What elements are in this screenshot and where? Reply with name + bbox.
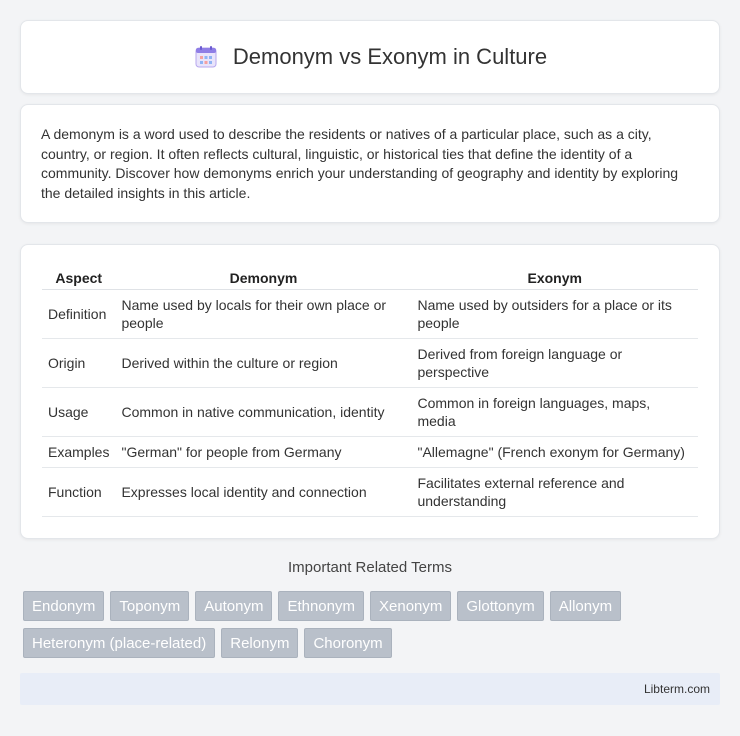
- table-row: Definition Name used by locals for their…: [42, 289, 698, 339]
- table-row: Usage Common in native communication, id…: [42, 387, 698, 437]
- table-cell: Derived within the culture or region: [115, 338, 412, 388]
- tag-choronym[interactable]: Choronym: [304, 628, 392, 658]
- table-cell: Facilitates external reference and under…: [411, 467, 698, 517]
- table-cell: Derived from foreign language or perspec…: [411, 338, 698, 388]
- tag-heteronym[interactable]: Heteronym (place-related): [23, 628, 216, 658]
- header-demonym: Demonym: [115, 265, 412, 290]
- table-cell: Expresses local identity and connection: [115, 467, 412, 517]
- tag-endonym[interactable]: Endonym: [23, 591, 105, 621]
- tag-allonym[interactable]: Allonym: [549, 591, 622, 621]
- table-row: Examples "German" for people from German…: [42, 436, 698, 468]
- footer-site-link[interactable]: Libterm.com: [644, 682, 710, 696]
- table-cell: Name used by locals for their own place …: [115, 289, 412, 339]
- table-cell: Origin: [42, 338, 116, 388]
- page-title: Demonym vs Exonym in Culture: [232, 44, 548, 69]
- title-card: Demonym vs Exonym in Culture: [20, 20, 720, 94]
- comparison-card: Aspect Demonym Exonym Definition Name us…: [20, 244, 720, 539]
- calendar-icon: [193, 44, 219, 70]
- table-row: Origin Derived within the culture or reg…: [42, 338, 698, 388]
- tag-relonym[interactable]: Relonym: [221, 628, 299, 658]
- table-cell: Function: [42, 467, 116, 517]
- related-terms-list: Endonym Toponym Autonym Ethnonym Xenonym…: [23, 591, 723, 658]
- intro-text: A demonym is a word used to describe the…: [41, 126, 679, 201]
- table-cell: "German" for people from Germany: [115, 436, 412, 468]
- header-aspect: Aspect: [42, 265, 116, 290]
- table-cell: Examples: [42, 436, 116, 468]
- table-cell: Name used by outsiders for a place or it…: [411, 289, 698, 339]
- intro-card: A demonym is a word used to describe the…: [20, 104, 720, 223]
- tag-xenonym[interactable]: Xenonym: [370, 591, 452, 621]
- footer: Libterm.com: [20, 673, 720, 705]
- header-exonym: Exonym: [411, 265, 698, 290]
- table-row: Function Expresses local identity and co…: [42, 467, 698, 517]
- table-cell: Usage: [42, 387, 116, 437]
- table-cell: Common in native communication, identity: [115, 387, 412, 437]
- tag-glottonym[interactable]: Glottonym: [457, 591, 544, 621]
- table-cell: Common in foreign languages, maps, media: [411, 387, 698, 437]
- tag-ethnonym[interactable]: Ethnonym: [278, 591, 364, 621]
- comparison-table: Aspect Demonym Exonym Definition Name us…: [42, 265, 698, 517]
- tag-toponym[interactable]: Toponym: [110, 591, 190, 621]
- tag-autonym[interactable]: Autonym: [195, 591, 273, 621]
- table-header-row: Aspect Demonym Exonym: [42, 265, 698, 290]
- table-cell: Definition: [42, 289, 116, 339]
- related-terms-title: Important Related Terms: [288, 559, 452, 576]
- table-cell: "Allemagne" (French exonym for Germany): [411, 436, 698, 468]
